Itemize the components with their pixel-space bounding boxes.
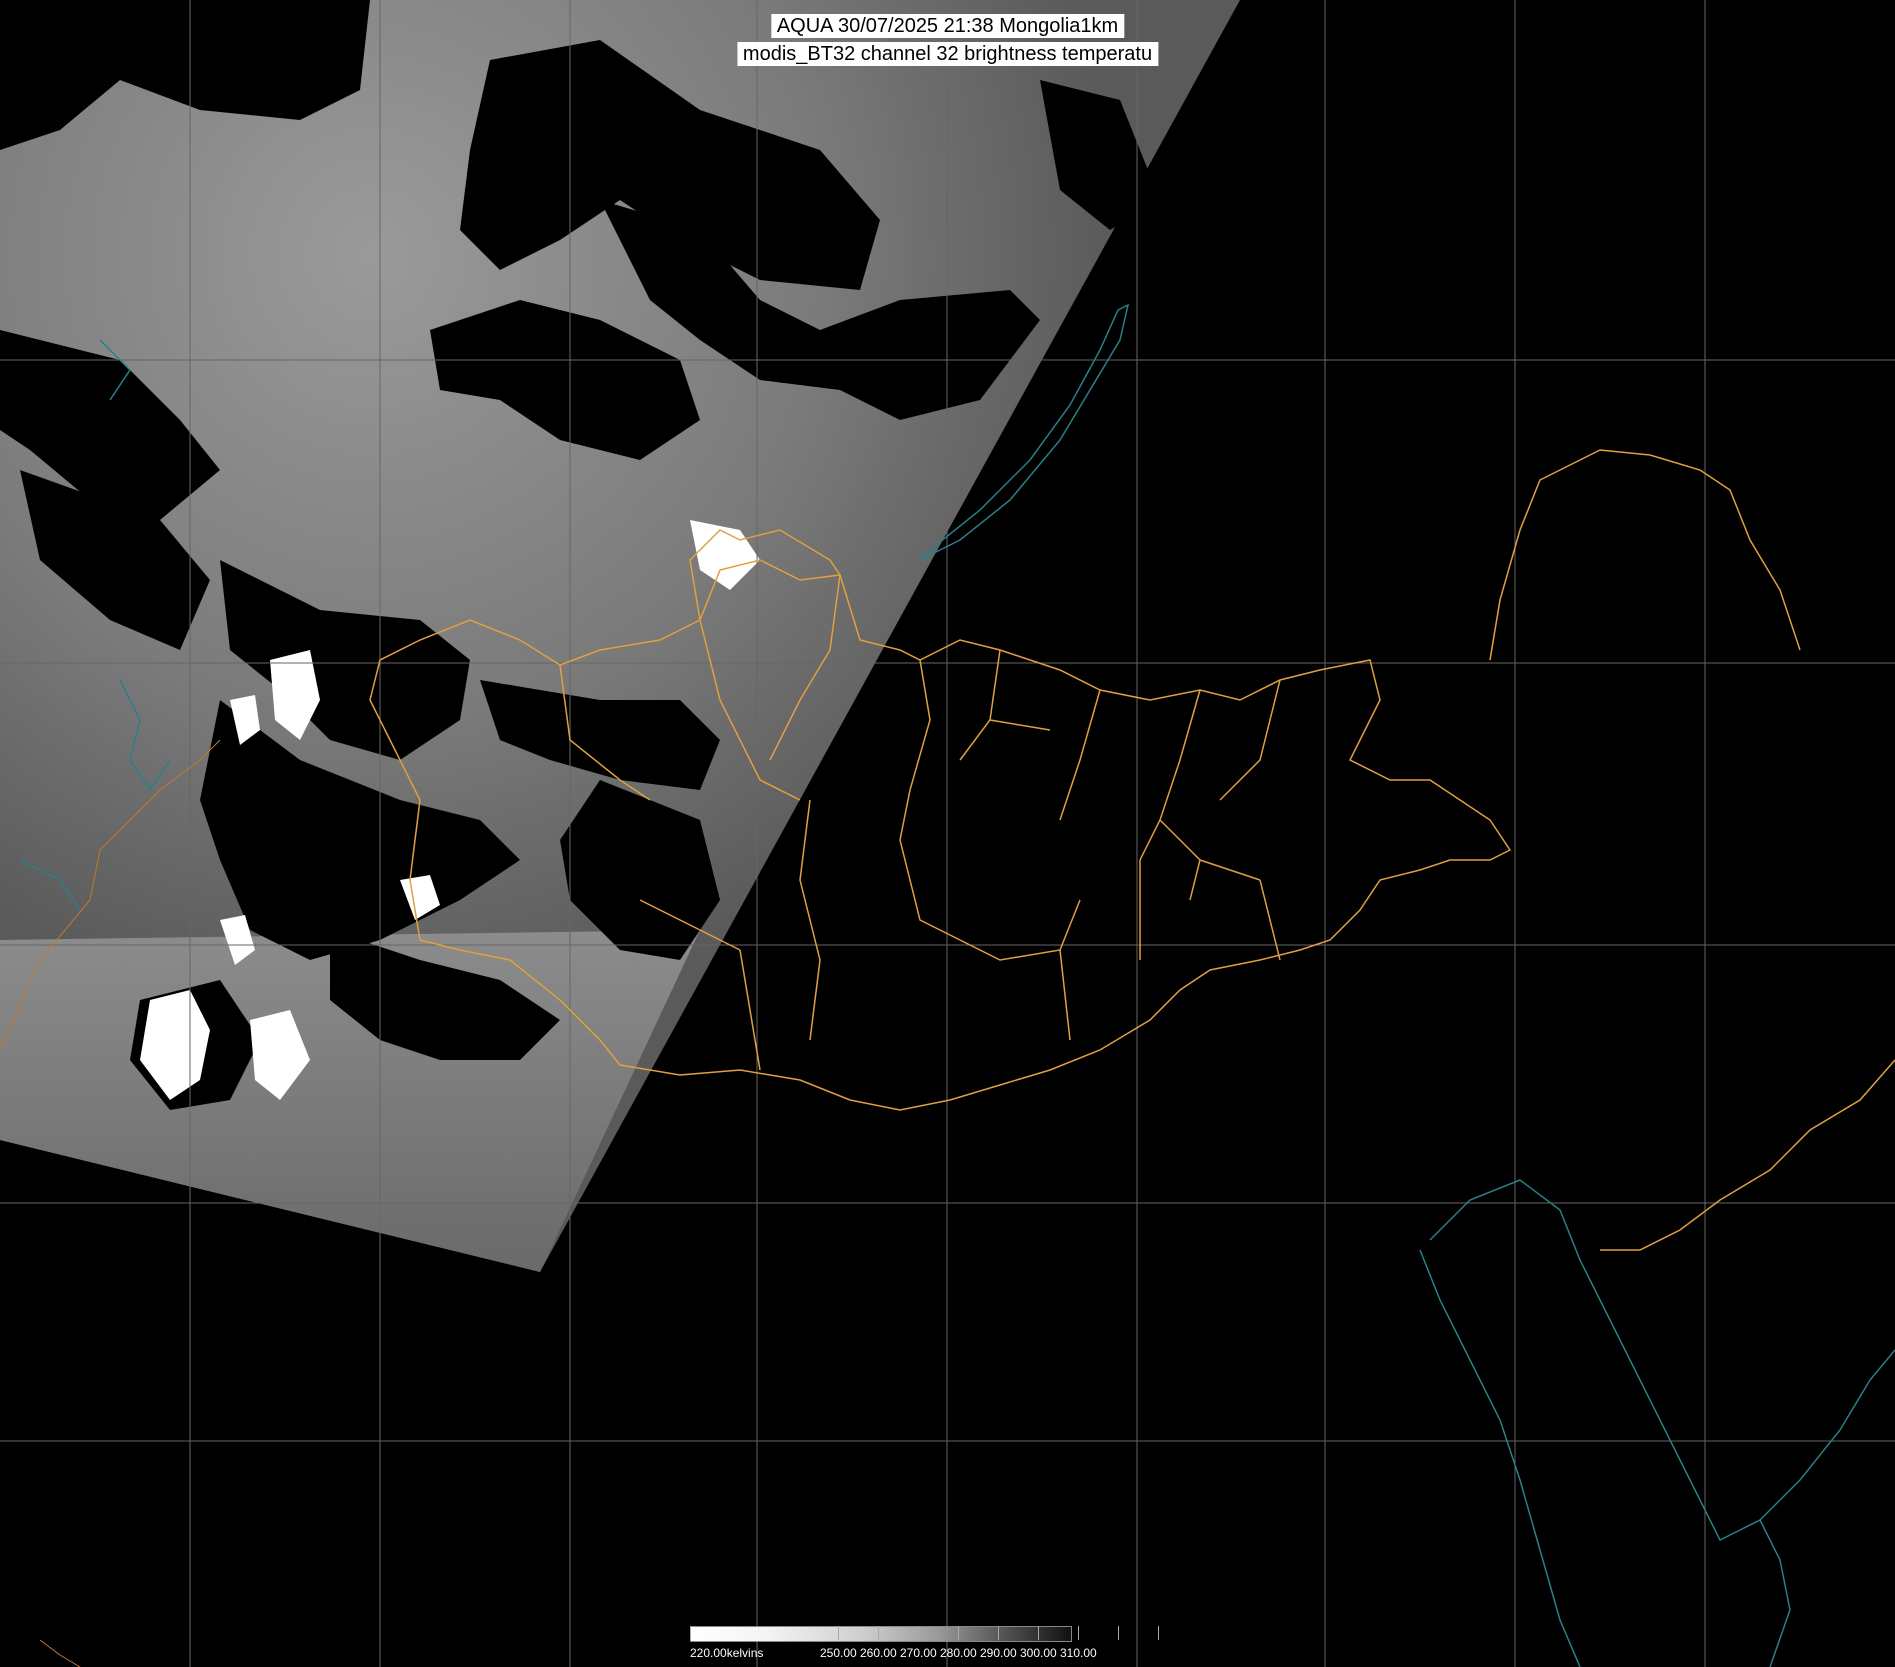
colorbar-tick [838,1626,839,1640]
lower-east-coast [1759,1519,1791,1667]
colorbar-legend: 220.00kelvins 250.00 260.00 270.00 280.0… [690,1626,1200,1666]
colorbar-tick [918,1626,919,1640]
colorbar-tick-label: 300.00 [1020,1646,1057,1660]
map-svg [0,0,1895,1667]
colorbar-tick-label: 290.00 [980,1646,1017,1660]
map-title: AQUA 30/07/2025 21:38 Mongolia1km [770,14,1125,38]
colorbar-tick-label: 250.00 [820,1646,857,1660]
yellow-sea-coast [1419,1249,1581,1667]
colorbar-tick [958,1626,959,1640]
colorbar-gradient [690,1626,1072,1642]
colorbar-tick [690,1626,691,1640]
colorbar-tick-label: 270.00 [900,1646,937,1660]
colorbar-tick [1158,1626,1159,1640]
colorbar-tick-label: 280.00 [940,1646,977,1660]
sw-border [39,1639,81,1667]
map-canvas[interactable]: AQUA 30/07/2025 21:38 Mongolia1km modis_… [0,0,1895,1667]
colorbar-tick [998,1626,999,1640]
colorbar-unit-label: 220.00kelvins [690,1646,764,1660]
colorbar-tick [1118,1626,1119,1640]
map-subtitle: modis_BT32 channel 32 brightness tempera… [736,42,1159,66]
colorbar-tick [1038,1626,1039,1640]
satellite-swath [0,0,1240,1272]
china-east-border [1600,1059,1895,1251]
china-ne-border [1489,449,1801,661]
colorbar-tick-label: 310.00 [1060,1646,1097,1660]
korea-coastline [1429,1179,1895,1542]
colorbar-tick-label: 260.00 [860,1646,897,1660]
colorbar-tick [1078,1626,1079,1640]
colorbar-tick [878,1626,879,1640]
